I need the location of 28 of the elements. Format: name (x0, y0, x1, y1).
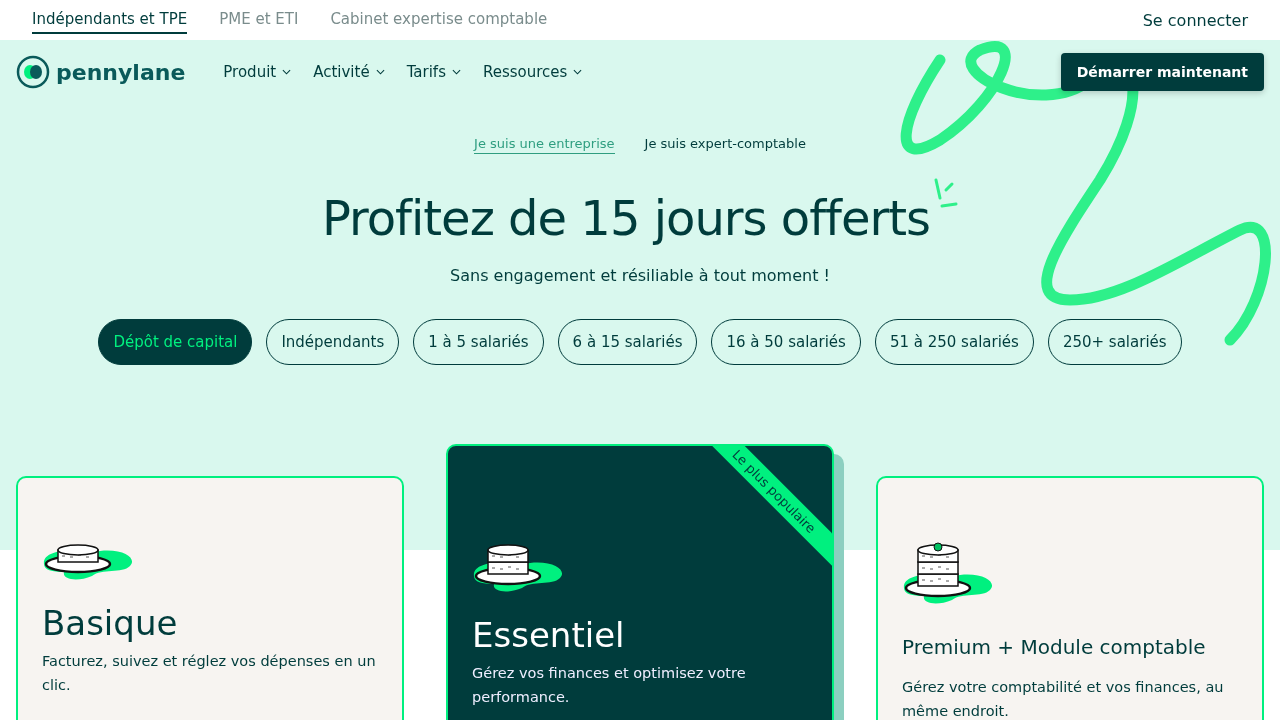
nav-menu-item[interactable]: Tarifs (406, 63, 461, 81)
chevron-down-icon (451, 69, 461, 75)
segment-pill[interactable]: Dépôt de capital (98, 319, 253, 365)
start-button[interactable]: Démarrer maintenant (1060, 53, 1264, 91)
page-title: Profitez de 15 jours offerts (321, 190, 931, 246)
audience-toggle[interactable]: Je suis expert-comptable (644, 134, 806, 154)
chevron-down-icon (282, 69, 292, 75)
nav-menu-item[interactable]: Ressources (482, 63, 583, 81)
nav-menu-item[interactable]: Produit (223, 63, 292, 81)
plan-description: Facturez, suivez et réglez vos dépenses en un clic. (42, 652, 377, 695)
plan-description: Gérez vos finances et optimisez votre performance. (472, 664, 747, 707)
chevron-down-icon (573, 69, 583, 75)
audience-tab[interactable]: PME et ETI (219, 6, 299, 34)
plan-title: Premium + Module comptable (902, 635, 1207, 659)
logo-text[interactable]: pennylane (56, 59, 186, 85)
nav-menu-item[interactable]: Activité (313, 63, 385, 81)
audience-tab[interactable]: Indépendants et TPE (32, 6, 188, 34)
cake-icon (472, 542, 564, 593)
cake-icon (902, 542, 994, 605)
plan-title: Basique (42, 603, 179, 643)
cake-icon (42, 542, 134, 581)
login-link[interactable]: Se connecter (1142, 10, 1248, 30)
subtitle: Sans engagement et résiliable à tout moment ! (449, 266, 831, 285)
plan-title: Essentiel (472, 615, 626, 655)
chevron-down-icon (375, 69, 385, 75)
plan-description: Gérez votre comptabilité et vos finances, au même endroit. (902, 678, 1225, 720)
audience-tab[interactable]: Cabinet expertise comptable (330, 6, 548, 34)
logo-icon (16, 55, 50, 89)
